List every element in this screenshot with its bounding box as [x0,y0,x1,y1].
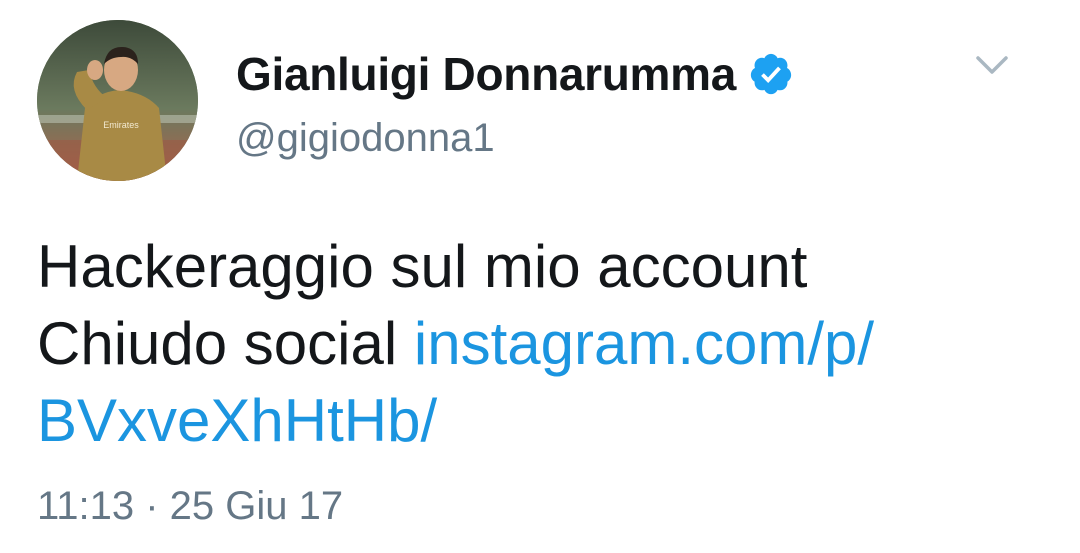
tweet-card: Emirates Gianluigi Donnarumma @gigiodonn… [0,0,1080,553]
verified-badge-icon [748,51,794,97]
display-name[interactable]: Gianluigi Donnarumma [236,47,736,101]
tweet-text: Hackeraggio sul mio account Chiudo socia… [37,228,1047,459]
tweet-text-line-1: Hackeraggio sul mio account [37,233,808,300]
avatar[interactable]: Emirates [37,20,198,181]
tweet-text-plain: Chiudo social [37,310,414,377]
tweet-timestamp[interactable]: 11:13 · 25 Giu 17 [37,484,343,529]
author-handle[interactable]: @gigiodonna1 [236,116,495,161]
author-row: Gianluigi Donnarumma [236,44,794,104]
tweet-text-line-2: Chiudo social instagram.com/p/ [37,305,1047,382]
tweet-text-line-3: BVxveXhHtHb/ [37,382,1047,459]
instagram-link[interactable]: instagram.com/p/ [414,310,874,377]
svg-text:Emirates: Emirates [103,120,139,130]
instagram-link-continued[interactable]: BVxveXhHtHb/ [37,387,437,454]
avatar-photo: Emirates [37,20,198,181]
chevron-down-icon[interactable] [972,50,1012,80]
